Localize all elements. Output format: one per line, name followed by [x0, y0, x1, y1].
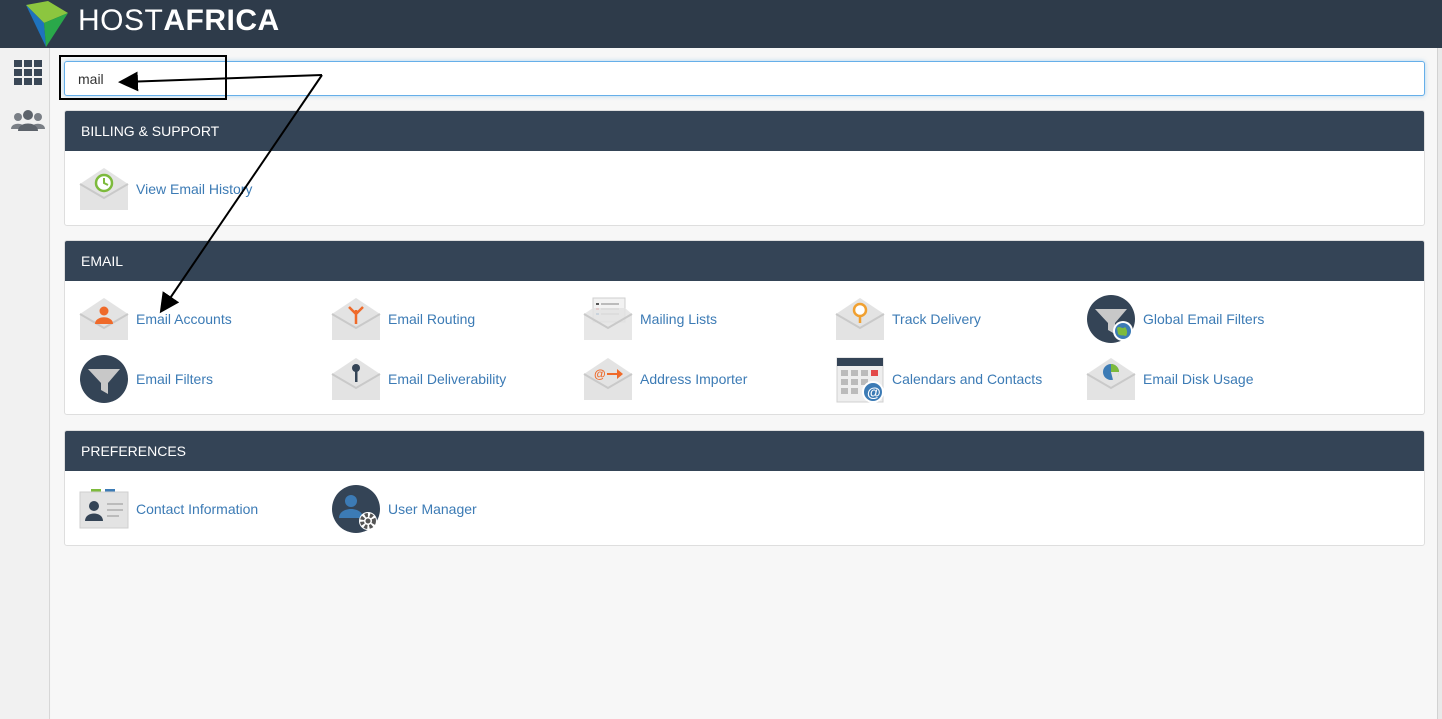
brand-logo[interactable]: HOSTAFRICA: [22, 0, 280, 48]
item-label: Contact Information: [136, 501, 259, 517]
item-label: Email Accounts: [136, 311, 232, 327]
filter-icon: [80, 355, 128, 403]
item-label: Email Filters: [136, 371, 214, 387]
item-email-routing[interactable]: Email Routing: [331, 293, 475, 345]
item-label: Email Deliverability: [388, 371, 507, 387]
item-calendars-contacts[interactable]: @ Calendars and Contacts: [835, 353, 1042, 405]
envelope-track-icon: [835, 298, 885, 340]
envelope-import-icon: @: [583, 358, 633, 400]
item-label: Track Delivery: [892, 311, 981, 327]
billing-support-header[interactable]: BILLING & SUPPORT: [65, 111, 1424, 151]
item-label: Global Email Filters: [1143, 311, 1265, 327]
item-address-importer[interactable]: @ Address Importer: [583, 353, 747, 405]
brand-name: HOSTAFRICA: [78, 4, 280, 37]
left-rail: [0, 48, 50, 719]
item-label: Address Importer: [640, 371, 748, 387]
item-label: Email Disk Usage: [1143, 371, 1254, 387]
preferences-header[interactable]: PREFERENCES: [65, 431, 1424, 471]
email-header[interactable]: EMAIL: [65, 241, 1424, 281]
contact-card-icon: [79, 489, 129, 529]
svg-text:@: @: [867, 384, 881, 400]
item-user-manager[interactable]: User Manager: [331, 483, 477, 535]
item-label: View Email History: [136, 181, 253, 197]
user-manager-icon: [332, 485, 380, 533]
svg-text:@: @: [594, 367, 606, 381]
search-input[interactable]: [64, 61, 1425, 96]
email-panel: EMAIL Email Accounts Email Routing Maili…: [64, 240, 1425, 415]
item-view-email-history[interactable]: View Email History: [79, 163, 252, 215]
search-box: [64, 61, 1425, 96]
top-header: HOSTAFRICA: [0, 0, 1442, 48]
right-scroll-strip: [1437, 48, 1442, 719]
item-global-email-filters[interactable]: Global Email Filters: [1086, 293, 1264, 345]
rail-home-button[interactable]: [10, 56, 46, 88]
item-label: Email Routing: [388, 311, 476, 327]
item-label: Calendars and Contacts: [892, 371, 1043, 387]
item-mailing-lists[interactable]: Mailing Lists: [583, 293, 717, 345]
item-track-delivery[interactable]: Track Delivery: [835, 293, 981, 345]
envelope-routing-icon: [331, 298, 381, 340]
item-label: Mailing Lists: [640, 311, 718, 327]
envelope-pie-icon: [1086, 358, 1136, 400]
rail-users-button[interactable]: [10, 105, 46, 137]
logo-mark-icon: [26, 1, 68, 47]
envelope-user-icon: [79, 298, 129, 340]
main-content: BILLING & SUPPORT View Email History EMA…: [51, 48, 1437, 719]
item-email-filters[interactable]: Email Filters: [79, 353, 213, 405]
item-label: User Manager: [388, 501, 477, 517]
item-contact-information[interactable]: Contact Information: [79, 483, 258, 535]
calendar-icon: @: [836, 357, 884, 403]
grid-icon: [14, 60, 42, 85]
global-filter-icon: [1087, 295, 1135, 343]
envelope-key-icon: [331, 358, 381, 400]
mailing-list-icon: [583, 297, 633, 340]
item-email-deliverability[interactable]: Email Deliverability: [331, 353, 506, 405]
users-icon: [11, 110, 45, 131]
item-email-disk-usage[interactable]: Email Disk Usage: [1086, 353, 1253, 405]
envelope-history-icon: [79, 168, 129, 210]
preferences-panel: PREFERENCES Contact Information User Man…: [64, 430, 1425, 546]
billing-support-panel: BILLING & SUPPORT View Email History: [64, 110, 1425, 226]
item-email-accounts[interactable]: Email Accounts: [79, 293, 232, 345]
